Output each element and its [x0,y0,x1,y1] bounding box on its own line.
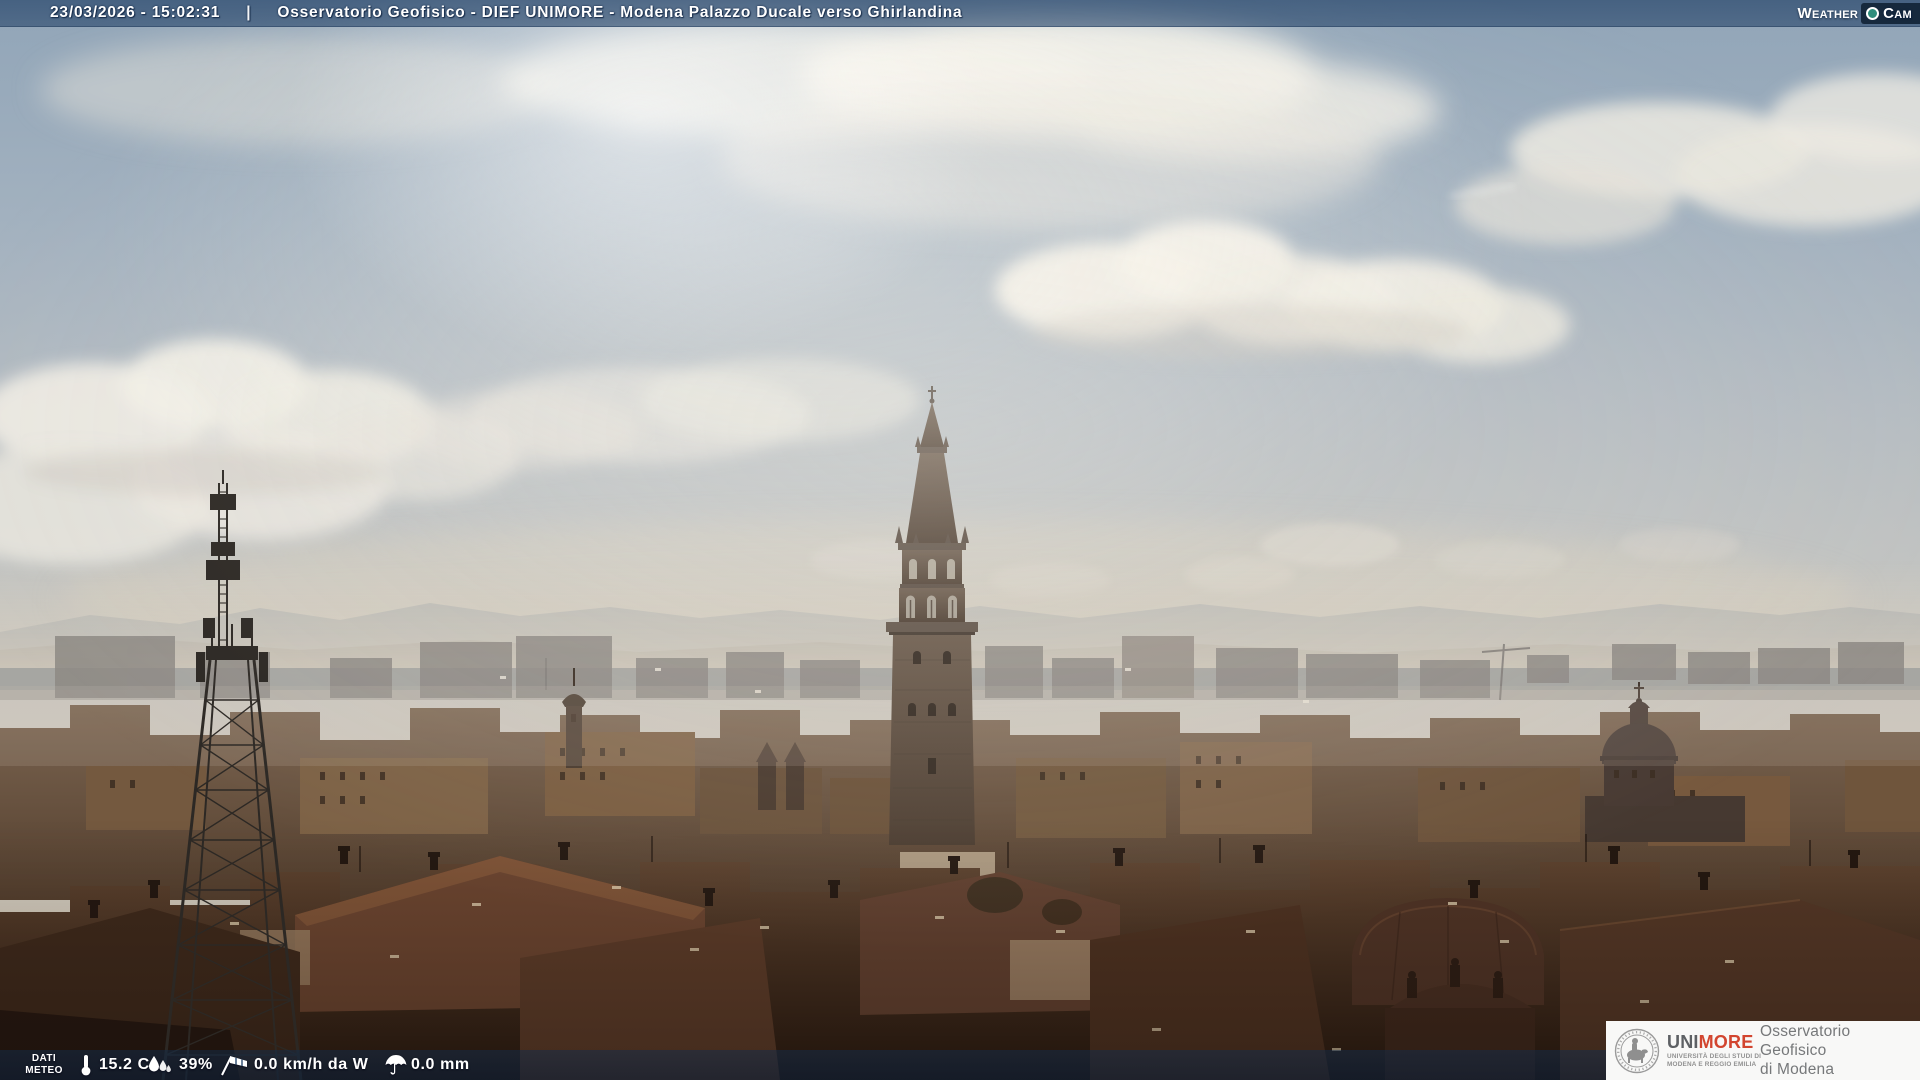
meteo-label-line2: METEO [25,1065,63,1076]
webcam-photo [0,0,1920,1080]
unimore-wordmark: UNIMORE UNIVERSITÀ DEGLI STUDI DI MODENA… [1667,1031,1762,1068]
humidity-value: 39% [179,1056,213,1073]
unimore-branding-box: UNIMORE UNIVERSITÀ DEGLI STUDI DI MODENA… [1606,1021,1920,1080]
windsock-icon [218,1054,248,1076]
separator: | [246,4,252,21]
meteo-label: DATI METEO [22,1053,66,1077]
weathercam-cam-badge: Cam [1861,2,1920,24]
weathercam-logo: Weather Cam [1797,2,1920,24]
university-line1: UNIVERSITÀ DEGLI STUDI DI [1667,1052,1762,1060]
camera-title: Osservatorio Geofisico - DIEF UNIMORE - … [277,4,963,21]
observatory-line2: di Modena [1760,1061,1835,1078]
humidity-icon [146,1054,172,1076]
weathercam-cam-text: Cam [1883,4,1912,22]
university-line2: MODENA E REGGIO EMILIA [1667,1060,1757,1068]
weathercam-weather-text: Weather [1797,4,1859,22]
temperature-value: 15.2 C [99,1056,150,1073]
unimore-uni-text: UNI [1667,1031,1699,1052]
top-status-bar: 23/03/2026 - 15:02:31 | Osservatorio Geo… [0,0,1920,27]
meteo-label-line1: DATI [31,1053,57,1064]
webcam-view: 23/03/2026 - 15:02:31 | Osservatorio Geo… [0,0,1920,1080]
thermometer-icon [80,1054,92,1076]
unimore-seal-icon [1614,1028,1660,1074]
observatory-name: Osservatorio Geofisico di Modena [1760,1022,1920,1079]
datetime-text: 23/03/2026 - 15:02:31 [50,4,221,21]
camera-lens-icon [1866,6,1880,20]
unimore-more-text: MORE [1698,1031,1754,1052]
modena-skyline-scene [0,0,1920,1080]
rain-value: 0.0 mm [411,1056,470,1073]
observatory-line1: Osservatorio Geofisico [1760,1023,1851,1059]
wind-value: 0.0 km/h da W [254,1056,369,1073]
rain-umbrella-icon [384,1054,408,1076]
